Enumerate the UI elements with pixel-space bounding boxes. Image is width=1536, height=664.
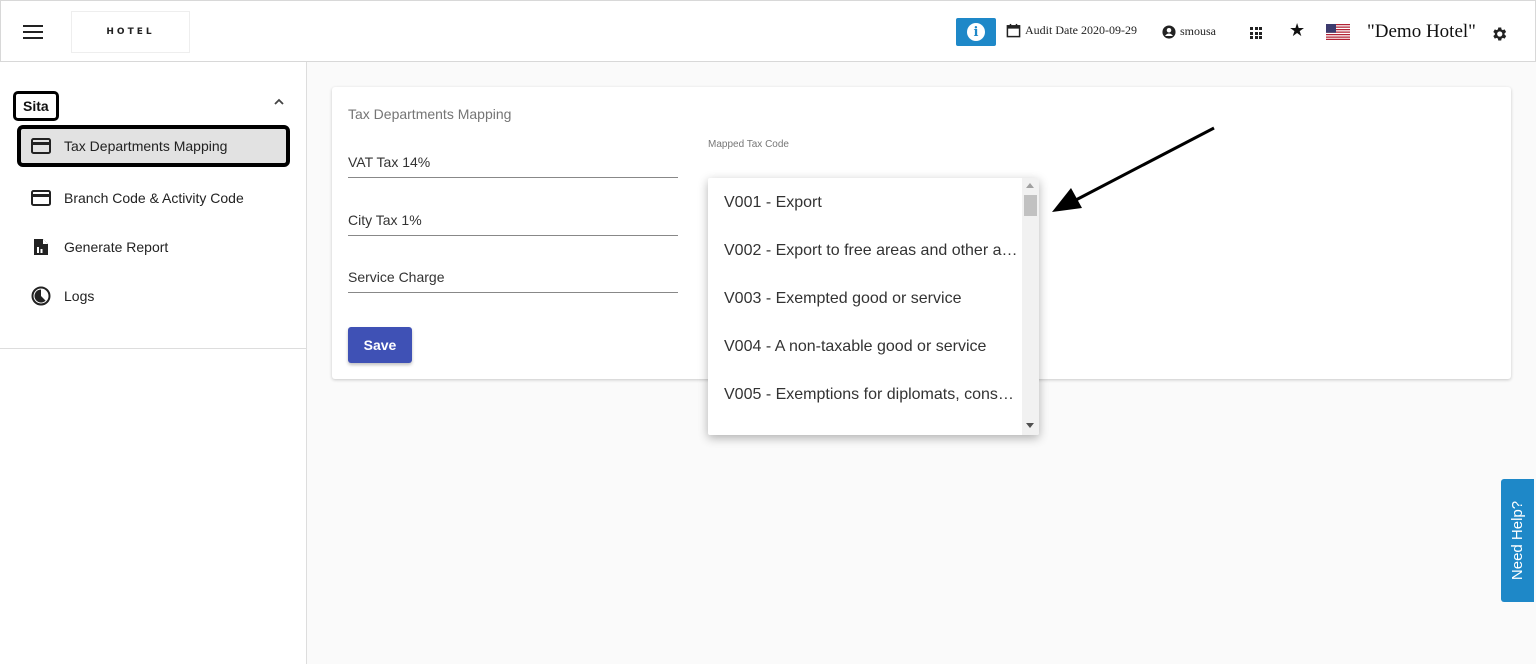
city-tax-field: City Tax 1% [348,206,678,236]
dropdown-option[interactable]: V004 - A non-taxable good or service [708,323,1021,371]
service-charge-field: Service Charge [348,263,678,293]
apps-grid-icon[interactable] [1250,27,1262,39]
gear-icon[interactable] [1490,25,1508,43]
us-flag-icon[interactable] [1326,24,1350,40]
sidebar-item-tax-departments-mapping[interactable]: Tax Departments Mapping [17,125,290,167]
audit-date-label: Audit Date 2020-09-29 [1025,23,1137,37]
audit-date: Audit Date 2020-09-29 [1006,23,1137,38]
sidebar-item-generate-report[interactable]: Generate Report [17,226,290,268]
document-icon [31,237,51,257]
hotel-logo: HOTEL [71,11,190,53]
sidebar-item-label: Branch Code & Activity Code [64,190,244,206]
save-button[interactable]: Save [348,327,412,363]
pie-chart-icon [31,286,51,306]
dropdown-scrollbar[interactable] [1022,178,1039,435]
vat-tax-field: VAT Tax 14% [348,148,678,178]
sidebar-item-branch-code[interactable]: Branch Code & Activity Code [17,177,290,219]
sidebar-item-logs[interactable]: Logs [17,275,290,317]
scroll-down-arrow-icon[interactable] [1026,423,1034,428]
sidebar: Sita Tax Departments Mapping Branch Code… [0,62,307,664]
dropdown-option[interactable]: V002 - Export to free areas and other ar… [708,227,1021,275]
credit-card-icon [31,188,51,208]
chevron-up-icon[interactable] [272,95,286,109]
sidebar-item-label: Logs [64,288,95,304]
star-icon[interactable]: ★ [1289,21,1305,39]
need-help-button[interactable]: Need Help? [1501,479,1534,602]
mapped-tax-code-dropdown[interactable]: V001 - Export V002 - Export to free area… [708,178,1039,435]
card-title: Tax Departments Mapping [348,106,512,122]
sidebar-divider [0,348,306,349]
sidebar-item-label: Tax Departments Mapping [64,138,228,154]
hamburger-menu-icon[interactable] [23,25,43,39]
dropdown-option[interactable]: V005 - Exemptions for diplomats, consula… [708,371,1021,419]
sidebar-section-heading[interactable]: Sita [13,91,59,121]
calendar-icon [1006,23,1021,38]
dropdown-option[interactable]: V001 - Export [708,179,1021,227]
scroll-up-arrow-icon[interactable] [1026,183,1034,188]
credit-card-icon [31,136,51,156]
scroll-thumb[interactable] [1024,195,1037,216]
sidebar-item-label: Generate Report [64,239,169,255]
need-help-label: Need Help? [1509,500,1526,581]
mapped-tax-code-label: Mapped Tax Code [708,139,789,150]
info-icon: i [967,23,985,41]
user-menu[interactable]: smousa [1162,24,1216,39]
hotel-name[interactable]: "Demo Hotel" [1367,21,1476,43]
username: smousa [1180,24,1216,38]
top-header: HOTEL i Audit Date 2020-09-29 smousa ★ "… [0,0,1536,62]
dropdown-option[interactable]: V003 - Exempted good or service [708,275,1021,323]
user-circle-icon [1162,24,1176,39]
annotation-arrow-icon [1052,126,1215,212]
info-button[interactable]: i [956,18,996,46]
logo-text: HOTEL [106,27,155,37]
